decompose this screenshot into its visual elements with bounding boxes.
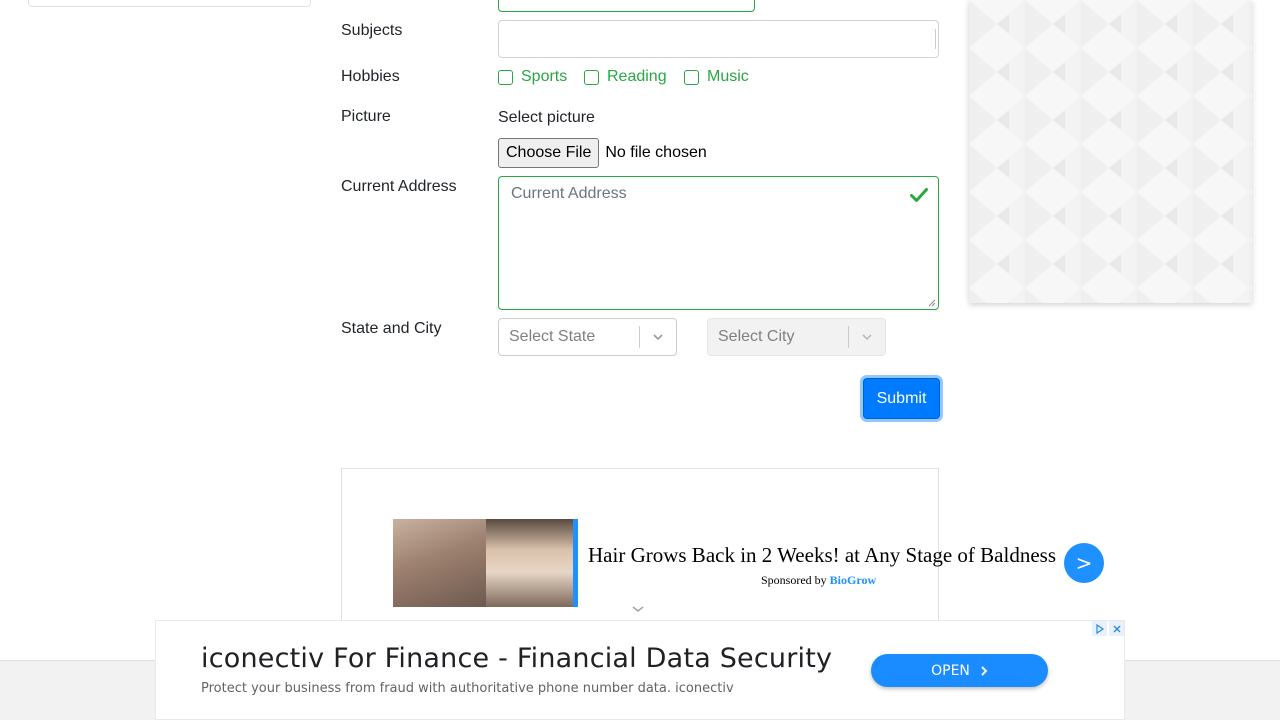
previous-input-field[interactable] <box>498 0 755 12</box>
checkbox-box[interactable] <box>498 69 513 85</box>
ad-next-button[interactable]: > <box>1064 543 1104 583</box>
chevron-down-icon[interactable] <box>640 330 676 344</box>
file-upload: Choose File No file chosen <box>498 138 707 168</box>
chevron-down-icon[interactable] <box>631 604 645 614</box>
ad-image-accent <box>573 519 578 607</box>
hobbies-label: Hobbies <box>341 68 400 85</box>
checkbox-box[interactable] <box>584 69 599 85</box>
current-address-label: Current Address <box>341 178 457 195</box>
checkbox-box[interactable] <box>684 69 699 85</box>
state-select[interactable]: Select State <box>498 318 677 356</box>
sidebar-panel <box>28 0 311 7</box>
chevron-down-icon[interactable] <box>849 330 885 344</box>
resize-handle-icon[interactable] <box>928 299 936 307</box>
ad-image-before <box>393 519 486 607</box>
subjects-input[interactable] <box>498 20 939 58</box>
hobby-label: Sports <box>521 68 568 85</box>
file-status: No file chosen <box>605 144 707 161</box>
city-select[interactable]: Select City <box>707 318 886 356</box>
hobby-sports-checkbox[interactable]: Sports <box>498 68 567 86</box>
ad-image-after <box>485 519 578 607</box>
address-placeholder: Current Address <box>511 185 627 202</box>
close-icon[interactable] <box>1109 621 1124 636</box>
subjects-separator <box>935 29 936 49</box>
ad-image[interactable] <box>393 519 578 607</box>
banner-title[interactable]: iconectiv For Finance - Financial Data S… <box>201 643 832 674</box>
open-label: OPEN <box>931 662 970 679</box>
hobby-reading-checkbox[interactable]: Reading <box>584 68 667 86</box>
ad-info-icon[interactable] <box>1092 621 1107 636</box>
sponsored-prefix: Sponsored by <box>761 573 827 587</box>
bottom-banner-ad[interactable]: iconectiv For Finance - Financial Data S… <box>155 620 1125 720</box>
banner-open-button[interactable]: OPEN <box>871 654 1048 687</box>
submit-button[interactable]: Submit <box>863 378 940 419</box>
subjects-label: Subjects <box>341 22 403 39</box>
banner-description: Protect your business from fraud with au… <box>201 681 734 696</box>
ad-sponsor-line: Sponsored by BioGrow <box>761 573 876 588</box>
state-placeholder: Select State <box>509 328 596 345</box>
hobby-label: Reading <box>607 68 667 85</box>
ad-choices <box>1092 621 1124 636</box>
select-picture-text: Select picture <box>498 109 595 126</box>
state-city-label: State and City <box>341 320 442 337</box>
current-address-textarea[interactable]: Current Address <box>498 176 939 310</box>
hobby-music-checkbox[interactable]: Music <box>684 68 749 86</box>
pattern-background <box>969 0 1252 303</box>
valid-check-icon <box>910 188 928 202</box>
sponsor-name[interactable]: BioGrow <box>830 573 876 587</box>
hobby-label: Music <box>707 68 749 85</box>
page: Subjects Hobbies Sports Reading Music Pi… <box>0 0 1280 720</box>
chevron-right-icon <box>981 665 988 676</box>
city-placeholder: Select City <box>718 328 795 345</box>
picture-label: Picture <box>341 108 391 125</box>
choose-file-button[interactable]: Choose File <box>498 138 600 168</box>
ad-headline[interactable]: Hair Grows Back in 2 Weeks! at Any Stage… <box>588 543 1056 568</box>
side-ad-panel <box>969 0 1252 303</box>
